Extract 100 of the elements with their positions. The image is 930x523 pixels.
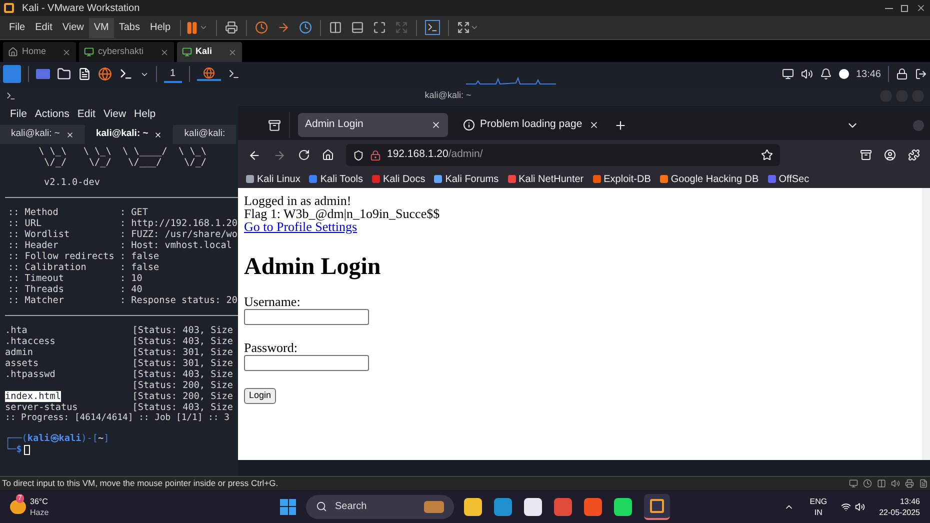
volume-icon[interactable]: [800, 68, 813, 80]
result-path: server-status: [5, 402, 78, 413]
home-icon[interactable]: [322, 149, 334, 161]
chrome-icon[interactable]: [554, 498, 572, 516]
library-icon[interactable]: [328, 21, 342, 34]
menu-item[interactable]: View: [57, 18, 89, 38]
menu-item[interactable]: File: [4, 18, 30, 38]
scrollbar[interactable]: [922, 188, 930, 460]
search-field[interactable]: Search: [306, 494, 454, 518]
message-icon[interactable]: [919, 479, 928, 488]
terminal-line: :: Header : Host: vmhost.local: [7, 240, 233, 251]
close-icon[interactable]: [154, 130, 162, 138]
menu-item[interactable]: Actions: [34, 107, 70, 123]
stretch-icon[interactable]: [456, 21, 470, 34]
new-tab-icon[interactable]: [614, 118, 627, 132]
menu-item[interactable]: View: [103, 107, 126, 123]
clock-date[interactable]: 22-05-2025: [879, 506, 920, 518]
bookmark-item[interactable]: Kali NetHunter: [508, 172, 584, 186]
reload-icon[interactable]: [298, 149, 310, 161]
terminal-tab[interactable]: kali@kali:: [173, 125, 236, 144]
bookmark-item[interactable]: OffSec: [768, 172, 810, 186]
wifi-icon[interactable]: [841, 502, 852, 512]
edge-icon[interactable]: [494, 498, 512, 516]
bookmark-item[interactable]: Kali Forums: [434, 172, 499, 186]
sound-icon[interactable]: [891, 479, 900, 488]
text-editor-icon[interactable]: [78, 67, 91, 81]
menu-item[interactable]: VM: [88, 18, 114, 38]
close-icon[interactable]: [916, 3, 926, 13]
tab-list-icon[interactable]: [268, 118, 281, 132]
account-icon[interactable]: [884, 149, 896, 161]
browser-icon[interactable]: [98, 67, 112, 81]
workspace-switcher[interactable]: 1: [164, 66, 182, 82]
thumbnail-icon[interactable]: [350, 21, 364, 34]
store-icon[interactable]: [524, 498, 542, 516]
maximize-icon[interactable]: [901, 4, 908, 12]
update-icon[interactable]: [838, 69, 849, 79]
result-status: [Status: 200, Size: [132, 380, 233, 391]
brave-icon[interactable]: [584, 498, 602, 516]
browser-tab[interactable]: Problem loading page: [456, 113, 606, 137]
weather-icon[interactable]: [10, 500, 26, 514]
console-icon[interactable]: [424, 20, 440, 35]
bookmark-item[interactable]: Kali Tools: [309, 172, 363, 186]
profile-link[interactable]: Go to Profile Settings: [244, 220, 358, 233]
send-keys-icon[interactable]: [224, 21, 238, 34]
terminal-line: :: Threads : 40: [7, 284, 144, 295]
bookmark-item[interactable]: Google Hacking DB: [660, 172, 759, 186]
menu-item[interactable]: Edit: [30, 18, 58, 38]
lock-icon[interactable]: [896, 68, 908, 80]
bookmark-star-icon[interactable]: [761, 149, 773, 161]
terminal-icon[interactable]: [228, 68, 240, 80]
result-path: .htpasswd: [5, 369, 56, 380]
vmware-taskbar-button[interactable]: [644, 494, 670, 520]
terminal-icon[interactable]: [119, 67, 133, 81]
menu-item[interactable]: Help: [144, 18, 176, 38]
vm-tab[interactable]: Home: [3, 42, 76, 62]
notification-icon[interactable]: [820, 68, 832, 80]
menu-item[interactable]: Edit: [77, 107, 96, 123]
vm-tab[interactable]: cybershakti: [79, 42, 174, 62]
forward-icon[interactable]: [273, 148, 286, 162]
language-text[interactable]: ENG: [810, 496, 828, 506]
pause-icon[interactable]: [184, 20, 199, 34]
browser-tab[interactable]: Admin Login: [298, 113, 448, 137]
back-icon[interactable]: [248, 148, 261, 162]
full-screen-icon[interactable]: [372, 21, 386, 34]
folder-icon[interactable]: [57, 67, 71, 81]
clock-time[interactable]: 13:46: [900, 496, 920, 506]
input-field[interactable]: [244, 309, 369, 325]
bookmark-item[interactable]: Exploit-DB: [592, 172, 651, 186]
bookmark-item[interactable]: Kali Docs: [372, 172, 426, 186]
vmware-logo-icon: [4, 3, 14, 13]
close-icon[interactable]: [66, 130, 74, 138]
logout-icon[interactable]: [915, 68, 927, 80]
result-status: [Status: 403, Size: [132, 369, 233, 380]
close-icon[interactable]: [431, 120, 441, 130]
close-icon[interactable]: [589, 120, 599, 130]
display-icon[interactable]: [782, 68, 794, 80]
menu-item[interactable]: Tabs: [114, 18, 145, 38]
printer-icon[interactable]: [905, 479, 914, 488]
input-field[interactable]: [244, 355, 369, 371]
taskbar-browser-icon[interactable]: [196, 67, 221, 81]
menu-item[interactable]: Help: [134, 107, 156, 123]
terminal-tab[interactable]: kali@kali: ~: [0, 125, 85, 144]
volume-icon[interactable]: [855, 502, 866, 512]
language-text[interactable]: IN: [814, 506, 822, 518]
bookmark-item[interactable]: Kali Linux: [246, 172, 300, 186]
weather-text: Haze: [30, 506, 49, 518]
menu-item[interactable]: File: [10, 107, 27, 123]
vm-tab[interactable]: Kali: [176, 42, 242, 62]
page-heading: Admin Login: [244, 255, 381, 279]
address-bar[interactable]: 192.168.1.20/admin/: [346, 144, 780, 166]
shield-icon: [353, 150, 364, 160]
snapshot-icon[interactable]: [254, 21, 268, 34]
login-button[interactable]: Login: [244, 388, 276, 404]
pocket-icon[interactable]: [860, 149, 872, 161]
snapshot-manager-icon[interactable]: [298, 21, 312, 34]
spotify-icon[interactable]: [614, 498, 632, 516]
file-explorer-icon[interactable]: [464, 498, 482, 516]
device-icon[interactable]: [849, 479, 858, 488]
start-icon[interactable]: [280, 498, 296, 514]
extensions-icon[interactable]: [908, 149, 920, 161]
